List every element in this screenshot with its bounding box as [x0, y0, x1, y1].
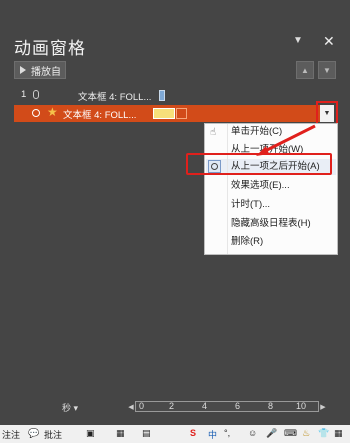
tick-label: 0	[139, 401, 145, 411]
timeline-ruler[interactable]: ◀ 0 2 4 6 8 10 ▶	[127, 400, 327, 413]
tick-label: 4	[202, 401, 208, 411]
time-unit-dropdown[interactable]: 秒 ▾	[62, 401, 78, 414]
ime-punct[interactable]: °,	[224, 428, 230, 438]
ime-keyboard[interactable]: ⌨	[284, 428, 297, 439]
ime-voice[interactable]: 🎤	[266, 428, 277, 439]
ime-emoji[interactable]: ☺	[248, 428, 257, 438]
notes-label[interactable]: 注注	[2, 428, 20, 441]
annotation-arrow	[256, 124, 316, 156]
scroll-right-icon[interactable]: ▶	[319, 403, 327, 411]
reading-view-icon[interactable]: ▤	[142, 428, 151, 439]
shirt-icon[interactable]: 👕	[318, 428, 329, 439]
tick-label: 8	[268, 401, 274, 411]
status-bar: 注注 💬 批注 ▣ ▦ ▤ S 中 °, ☺ 🎤 ⌨ ♨ 👕 ▦	[0, 425, 350, 443]
ime-mode[interactable]: 中	[208, 428, 217, 441]
timeline-track[interactable]: 0 2 4 6 8 10	[135, 401, 319, 412]
animation-pane: 动画窗格 ▼ ✕ 播放自 ▲ ▼ 1 文本框 4: FOLL... ★ 文本框 …	[0, 0, 350, 443]
comment-icon[interactable]: 💬	[28, 428, 39, 439]
scroll-left-icon[interactable]: ◀	[127, 403, 135, 411]
skin-icon[interactable]: ♨	[302, 428, 310, 439]
grid-icon[interactable]: ▦	[334, 428, 343, 439]
normal-view-icon[interactable]: ▣	[86, 428, 95, 439]
timeline-bar: 秒 ▾ ◀ 0 2 4 6 8 10 ▶	[0, 396, 350, 418]
tick-label: 6	[235, 401, 241, 411]
comment-label[interactable]: 批注	[44, 428, 62, 441]
ime-logo-icon[interactable]: S	[190, 428, 196, 438]
slide-sorter-icon[interactable]: ▦	[116, 428, 125, 439]
tick-label: 2	[169, 401, 175, 411]
tick-label: 10	[296, 401, 307, 411]
